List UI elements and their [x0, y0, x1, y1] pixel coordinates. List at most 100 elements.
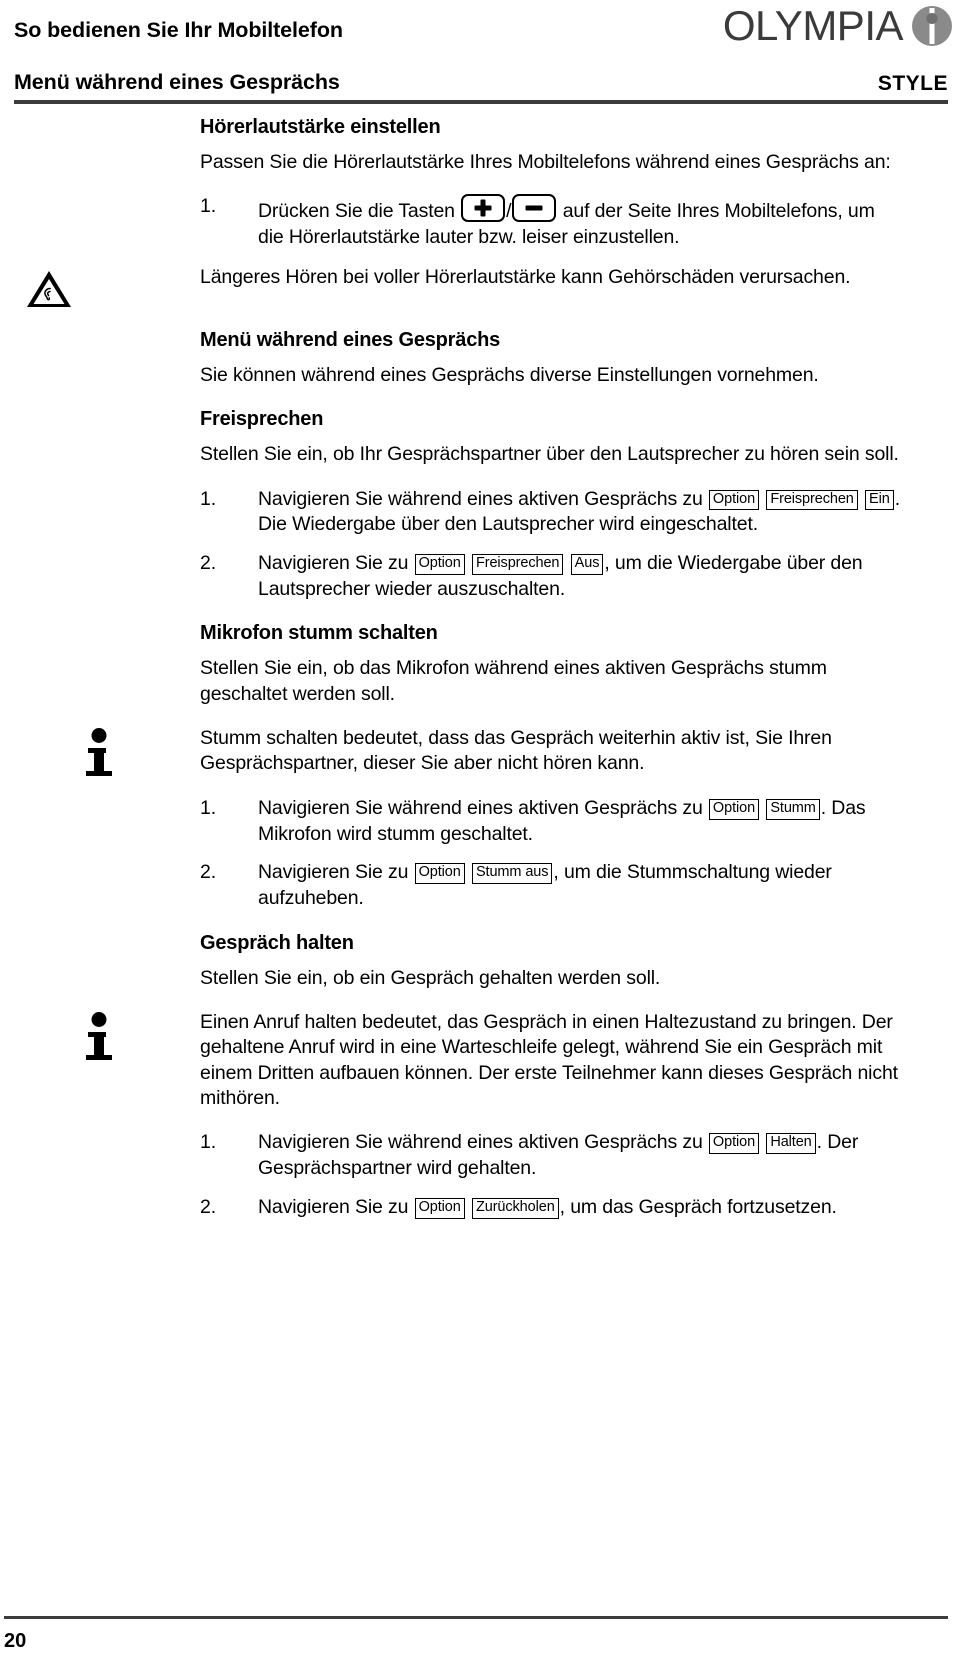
heading-hold: Gespräch halten [200, 931, 354, 954]
section-menu: Menü während eines Gesprächs Sie können … [0, 329, 960, 388]
menu-chip-freisprechen[interactable]: Freisprechen [471, 553, 564, 575]
olympia-mark-icon [912, 6, 952, 46]
menu-chip-option[interactable]: Option [708, 1133, 760, 1155]
step-text: Navigieren Sie zu Option Freisprechen Au… [258, 551, 902, 602]
step-number: 1. [200, 487, 216, 510]
gutter-menu [0, 329, 200, 388]
page-subtitle: Menü während eines Gesprächs [14, 70, 340, 94]
info-note-mute-row: Stumm schalten bedeutet, dass das Gesprä… [0, 726, 960, 912]
menu-chip-zurueckholen[interactable]: Zurückholen [471, 1197, 559, 1219]
section-hold: Gespräch halten Stellen Sie ein, ob ein … [0, 932, 960, 1010]
step-text-part-a: Navigieren Sie während eines aktiven Ges… [258, 487, 708, 510]
gutter-info-mute [0, 726, 200, 912]
menu-chip-option[interactable]: Option [708, 798, 760, 820]
gutter-volume [0, 116, 200, 251]
menu-chip-stumm-aus[interactable]: Stumm aus [471, 863, 553, 884]
step-item: 1. Navigieren Sie während eines aktiven … [200, 487, 902, 538]
step-text-part-a: Navigieren Sie zu [258, 861, 414, 884]
minus-stroke [525, 205, 543, 211]
steps-hold: 1. Navigieren Sie während eines aktiven … [200, 1130, 902, 1220]
menu-chip-freisprechen[interactable]: Freisprechen [766, 489, 858, 511]
step-text: Navigieren Sie während eines aktiven Ges… [258, 487, 902, 538]
page-title: So bedienen Sie Ihr Mobiltelefon [14, 18, 343, 42]
minus-key-icon[interactable] [512, 194, 557, 223]
plus-key-icon[interactable] [461, 194, 506, 223]
heading-menu: Menü während eines Gesprächs [200, 328, 501, 351]
step-number: 1. [200, 1131, 216, 1154]
step-number: 2. [200, 861, 216, 884]
step-item: 1. Drücken Sie die Tasten / auf der Seit… [200, 194, 902, 250]
paragraph-mute-intro: Stellen Sie ein, ob das Mikrofon während… [200, 657, 827, 705]
section-volume: Hörerlautstärke einstellen Passen Sie di… [0, 116, 960, 251]
page-number: 20 [4, 1630, 27, 1652]
paragraph-mute-note: Stumm schalten bedeutet, dass das Gesprä… [200, 727, 832, 775]
step-text-part-a: Drücken Sie die Tasten [258, 200, 461, 223]
step-item: 1. Navigieren Sie während eines aktiven … [200, 1130, 902, 1181]
steps-handsfree: 1. Navigieren Sie während eines aktiven … [200, 487, 902, 603]
section-mute: Mikrofon stumm schalten Stellen Sie ein,… [0, 622, 960, 726]
step-number: 1. [200, 195, 216, 218]
paragraph-volume-intro: Passen Sie die Hörerlautstärke Ihres Mob… [200, 151, 891, 173]
steps-volume: 1. Drücken Sie die Tasten / auf der Seit… [200, 194, 902, 250]
page-footer: 20 [0, 1586, 960, 1666]
step-text-part-a: Navigieren Sie zu [258, 1195, 414, 1218]
step-text: Navigieren Sie zu Option Stumm aus, um d… [258, 860, 902, 911]
step-item: 1. Navigieren Sie während eines aktiven … [200, 796, 902, 847]
menu-chip-option[interactable]: Option [414, 553, 465, 575]
step-number: 2. [200, 551, 216, 574]
step-number: 1. [200, 796, 216, 819]
gutter-info-hold [0, 1010, 200, 1221]
step-text: Navigieren Sie zu Option Zurückholen, um… [258, 1195, 902, 1221]
plus-vertical-stroke [480, 199, 486, 217]
paragraph-hold-note: Einen Anruf halten bedeutet, das Gespräc… [200, 1011, 898, 1110]
paragraph-hold-intro: Stellen Sie ein, ob ein Gespräch gehalte… [200, 966, 661, 989]
info-serif-base [86, 1055, 112, 1061]
key-separator: / [506, 200, 512, 223]
info-dot [91, 728, 107, 744]
menu-chip-option[interactable]: Option [414, 1197, 465, 1219]
menu-chip-option[interactable]: Option [708, 489, 760, 511]
logo-dot [926, 13, 938, 24]
heading-volume: Hörerlautstärke einstellen [200, 116, 441, 138]
page-content: Hörerlautstärke einstellen Passen Sie di… [0, 116, 960, 1221]
step-number: 2. [200, 1195, 216, 1218]
step-item: 2. Navigieren Sie zu Option Freisprechen… [200, 551, 902, 602]
step-text-part-a: Navigieren Sie während eines aktiven Ges… [258, 1131, 708, 1154]
step-text-part-a: Navigieren Sie zu [258, 551, 414, 574]
steps-mute: 1. Navigieren Sie während eines aktiven … [200, 796, 902, 912]
heading-mute: Mikrofon stumm schalten [200, 622, 438, 645]
gutter-warning [0, 265, 200, 309]
menu-chip-stumm[interactable]: Stumm [766, 798, 820, 820]
step-item: 2. Navigieren Sie zu Option Zurückholen,… [200, 1195, 902, 1221]
menu-chip-ein[interactable]: Ein [865, 489, 894, 511]
footer-divider [4, 1616, 948, 1619]
menu-chip-option[interactable]: Option [414, 863, 465, 884]
menu-chip-halten[interactable]: Halten [766, 1133, 816, 1155]
paragraph-menu-intro: Sie können während eines Gesprächs diver… [200, 363, 819, 386]
step-text: Navigieren Sie während eines aktiven Ges… [258, 796, 902, 847]
warning-hearing-row: Längeres Hören bei voller Hörerlautstärk… [0, 265, 960, 309]
info-note-hold-row: Einen Anruf halten bedeutet, das Gespräc… [0, 1010, 960, 1221]
logo-wordmark: OLYMPIA [722, 2, 904, 49]
gutter-hold [0, 932, 200, 1010]
page-header: So bedienen Sie Ihr Mobiltelefon Menü wä… [0, 0, 960, 104]
olympia-logo: OLYMPIA [723, 2, 952, 50]
step-text-part-b: , um das Gespräch fortzusetzen. [559, 1195, 837, 1218]
info-serif-base [86, 771, 112, 777]
step-text: Drücken Sie die Tasten / auf der Seite I… [258, 194, 902, 250]
warning-hearing-text: Längeres Hören bei voller Hörerlautstärk… [200, 265, 851, 288]
hearing-warning-icon [26, 269, 72, 309]
step-text: Navigieren Sie während eines aktiven Ges… [258, 1130, 902, 1181]
paragraph-handsfree-intro: Stellen Sie ein, ob Ihr Gesprächspartner… [200, 443, 899, 466]
header-divider [14, 100, 948, 104]
info-dot [91, 1012, 107, 1028]
step-item: 2. Navigieren Sie zu Option Stumm aus, u… [200, 860, 902, 911]
menu-chip-aus[interactable]: Aus [570, 553, 604, 575]
heading-handsfree: Freisprechen [200, 408, 324, 431]
model-name: STYLE [877, 72, 948, 95]
